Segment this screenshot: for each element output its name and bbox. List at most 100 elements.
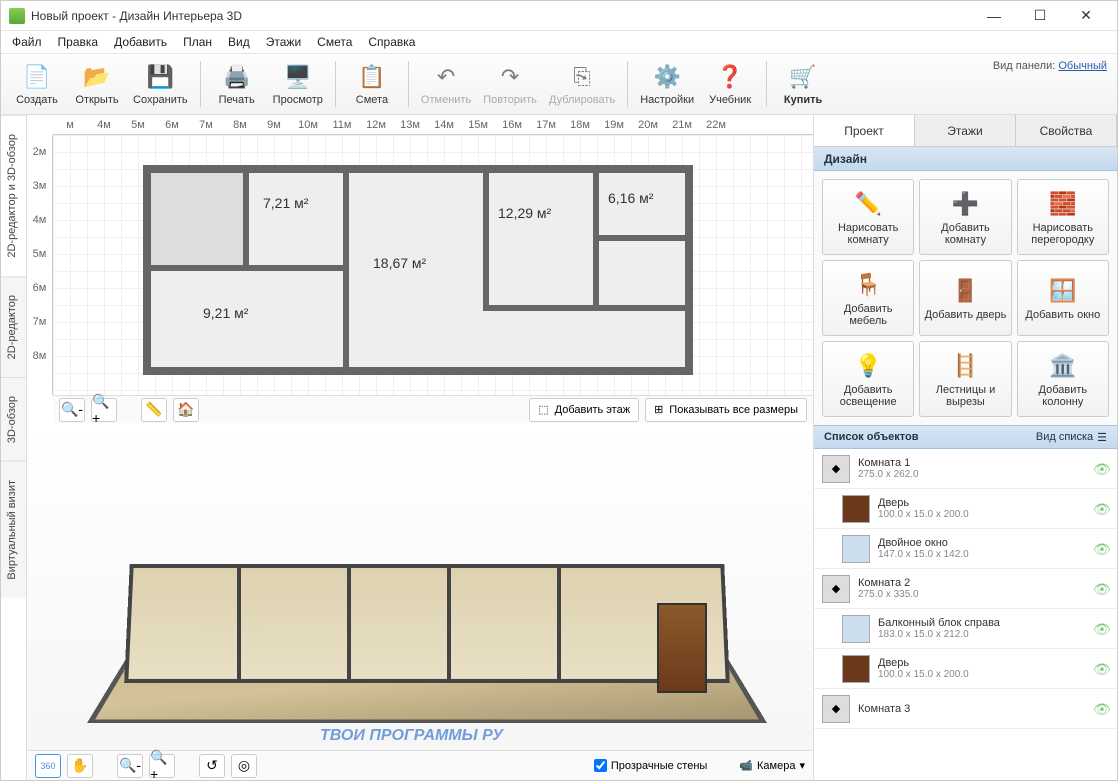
show-dimensions-button[interactable]: ⊞Показывать все размеры xyxy=(645,398,807,422)
print-button[interactable]: 🖨️Печать xyxy=(209,60,265,108)
minimize-button[interactable]: — xyxy=(971,1,1017,31)
panel-mode-link[interactable]: Обычный xyxy=(1058,60,1107,72)
estimate-button[interactable]: 📋Смета xyxy=(344,60,400,108)
zoom-out-button[interactable]: 🔍- xyxy=(59,398,85,422)
menu-estimate[interactable]: Смета xyxy=(310,33,359,51)
add-door-button[interactable]: 🚪Добавить дверь xyxy=(919,260,1011,336)
window-icon: 🪟 xyxy=(1048,276,1078,306)
add-room-icon: ➕ xyxy=(950,189,980,219)
save-button[interactable]: 💾Сохранить xyxy=(129,60,192,108)
home-button[interactable]: 🏠 xyxy=(173,398,199,422)
controls-2d: 🔍- 🔍+ 📏 🏠 ⬚Добавить этаж ⊞Показывать все… xyxy=(53,395,813,423)
vtab-3d[interactable]: 3D-обзор xyxy=(1,377,26,461)
list-item[interactable]: Дверь100.0 x 15.0 x 200.0👁 xyxy=(814,489,1117,529)
duplicate-icon: ⎘ xyxy=(567,62,597,92)
create-button[interactable]: 📄Создать xyxy=(9,60,65,108)
duplicate-button[interactable]: ⎘Дублировать xyxy=(545,60,619,108)
eye-icon[interactable]: 👁 xyxy=(1093,701,1109,717)
view-mode-link[interactable]: Вид списка xyxy=(1036,431,1093,443)
undo-icon: ↶ xyxy=(431,62,461,92)
close-button[interactable]: ✕ xyxy=(1063,1,1109,31)
undo-button[interactable]: ↶Отменить xyxy=(417,60,475,108)
add-window-button[interactable]: 🪟Добавить окно xyxy=(1017,260,1109,336)
add-floor-button[interactable]: ⬚Добавить этаж xyxy=(529,398,639,422)
vtab-virtual[interactable]: Виртуальный визит xyxy=(1,461,26,598)
object-list[interactable]: ◆Комната 1275.0 x 262.0👁 Дверь100.0 x 15… xyxy=(814,449,1117,780)
room-icon: ◆ xyxy=(822,455,850,483)
list-item[interactable]: ◆Комната 2275.0 x 335.0👁 xyxy=(814,569,1117,609)
preview-button[interactable]: 🖥️Просмотр xyxy=(269,60,327,108)
redo-button[interactable]: ↷Повторить xyxy=(479,60,541,108)
stairs-button[interactable]: 🪜Лестницы и вырезы xyxy=(919,341,1011,417)
room-icon: ◆ xyxy=(822,695,850,723)
menu-file[interactable]: Файл xyxy=(5,33,49,51)
draw-room-button[interactable]: ✏️Нарисовать комнату xyxy=(822,179,914,255)
zoom-out-3d-button[interactable]: 🔍- xyxy=(117,754,143,778)
reset-view-button[interactable]: ↺ xyxy=(199,754,225,778)
camera-icon: 📹 xyxy=(739,759,753,772)
list-item[interactable]: ◆Комната 1275.0 x 262.0👁 xyxy=(814,449,1117,489)
room-icon: ◆ xyxy=(822,575,850,603)
window-title: Новый проект - Дизайн Интерьера 3D xyxy=(31,9,971,23)
list-item[interactable]: Балконный блок справа183.0 x 15.0 x 212.… xyxy=(814,609,1117,649)
vtab-2d[interactable]: 2D-редактор xyxy=(1,276,26,377)
rotate-360-button[interactable]: 360 xyxy=(35,754,61,778)
zoom-in-button[interactable]: 🔍+ xyxy=(91,398,117,422)
eye-icon[interactable]: 👁 xyxy=(1093,661,1109,677)
zoom-in-3d-button[interactable]: 🔍+ xyxy=(149,754,175,778)
cart-icon: 🛒 xyxy=(788,62,818,92)
eye-icon[interactable]: 👁 xyxy=(1093,581,1109,597)
eye-icon[interactable]: 👁 xyxy=(1093,541,1109,557)
camera-button[interactable]: 📹Камера▾ xyxy=(739,759,805,772)
open-button[interactable]: 📂Открыть xyxy=(69,60,125,108)
titlebar: Новый проект - Дизайн Интерьера 3D — ☐ ✕ xyxy=(1,1,1117,31)
eye-icon[interactable]: 👁 xyxy=(1093,621,1109,637)
eye-icon[interactable]: 👁 xyxy=(1093,501,1109,517)
panel-mode: Вид панели: Обычный xyxy=(993,60,1107,72)
buy-button[interactable]: 🛒Купить xyxy=(775,60,831,108)
stack-icon: ⬚ xyxy=(538,403,548,416)
plan-3d-view[interactable]: 360 ✋ 🔍- 🔍+ ↺ ◎ Прозрачные стены 📹Камера… xyxy=(27,423,813,780)
settings-button[interactable]: ⚙️Настройки xyxy=(636,60,698,108)
menu-add[interactable]: Добавить xyxy=(107,33,174,51)
wall-icon: 🧱 xyxy=(1048,189,1078,219)
tutorial-button[interactable]: ❓Учебник xyxy=(702,60,758,108)
add-room-button[interactable]: ➕Добавить комнату xyxy=(919,179,1011,255)
app-icon xyxy=(9,8,25,24)
list-item[interactable]: Дверь100.0 x 15.0 x 200.0👁 xyxy=(814,649,1117,689)
pan-button[interactable]: ✋ xyxy=(67,754,93,778)
menu-help[interactable]: Справка xyxy=(361,33,422,51)
draw-partition-button[interactable]: 🧱Нарисовать перегородку xyxy=(1017,179,1109,255)
chair-icon: 🪑 xyxy=(853,270,883,300)
menu-plan[interactable]: План xyxy=(176,33,219,51)
menu-edit[interactable]: Правка xyxy=(51,33,106,51)
plan-2d-view[interactable]: м4м5м6м7м8м9м10м11м12м13м14м15м16м17м18м… xyxy=(27,115,813,423)
center-button[interactable]: ◎ xyxy=(231,754,257,778)
ruler-button[interactable]: 📏 xyxy=(141,398,167,422)
canvas-2d[interactable]: 7,21 м² 18,67 м² 12,29 м² 6,16 м² 9,21 м… xyxy=(53,135,813,395)
add-furniture-button[interactable]: 🪑Добавить мебель xyxy=(822,260,914,336)
menu-floors[interactable]: Этажи xyxy=(259,33,308,51)
controls-3d: 360 ✋ 🔍- 🔍+ ↺ ◎ Прозрачные стены 📹Камера… xyxy=(27,750,813,780)
menu-view[interactable]: Вид xyxy=(221,33,257,51)
room-label: 7,21 м² xyxy=(263,195,308,211)
folder-icon: 📂 xyxy=(82,62,112,92)
tab-floors[interactable]: Этажи xyxy=(915,115,1016,146)
vertical-tabs: 2D-редактор и 3D-обзор 2D-редактор 3D-об… xyxy=(1,115,27,780)
help-icon: ❓ xyxy=(715,62,745,92)
list-item[interactable]: ◆Комната 3👁 xyxy=(814,689,1117,729)
add-light-button[interactable]: 💡Добавить освещение xyxy=(822,341,914,417)
maximize-button[interactable]: ☐ xyxy=(1017,1,1063,31)
design-header: Дизайн xyxy=(814,147,1117,171)
room-label: 12,29 м² xyxy=(498,205,551,221)
vtab-2d-3d[interactable]: 2D-редактор и 3D-обзор xyxy=(1,115,26,276)
add-column-button[interactable]: 🏛️Добавить колонну xyxy=(1017,341,1109,417)
stairs-icon: 🪜 xyxy=(950,351,980,381)
list-item[interactable]: Двойное окно147.0 x 15.0 x 142.0👁 xyxy=(814,529,1117,569)
transparent-walls-checkbox[interactable]: Прозрачные стены xyxy=(594,759,707,772)
tab-properties[interactable]: Свойства xyxy=(1016,115,1117,146)
eye-icon[interactable]: 👁 xyxy=(1093,461,1109,477)
tab-project[interactable]: Проект xyxy=(814,115,915,146)
list-icon[interactable]: ☰ xyxy=(1097,431,1107,444)
room-label: 18,67 м² xyxy=(373,255,426,271)
